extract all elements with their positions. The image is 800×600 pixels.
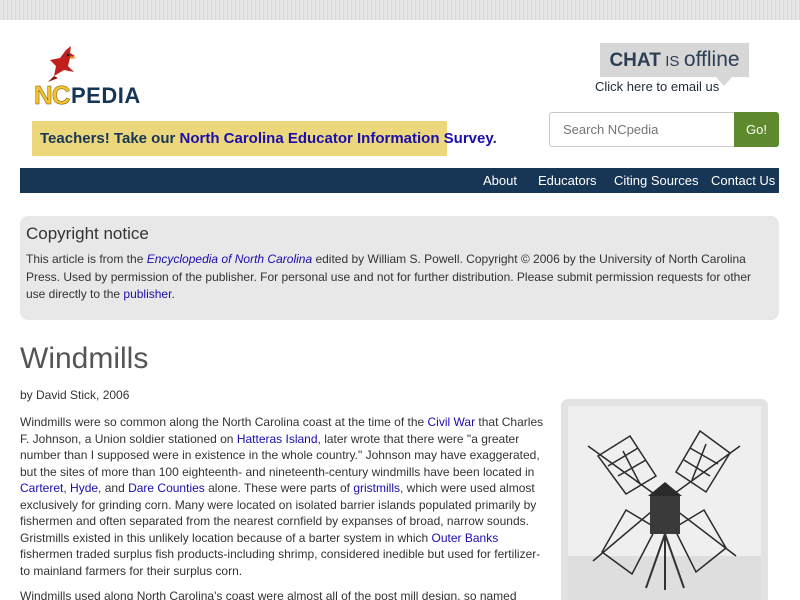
ncpedia-logo[interactable]: NC PEDIA xyxy=(34,46,149,111)
windmill-image-icon xyxy=(568,406,761,600)
search-go-button[interactable]: Go! xyxy=(734,112,779,147)
educator-survey-banner: Teachers! Take our North Carolina Educat… xyxy=(32,121,497,156)
nav-item-contact-us[interactable]: Contact Us xyxy=(711,173,775,188)
link-hatteras-island[interactable]: Hatteras Island xyxy=(237,432,318,446)
chat-is-word: IS xyxy=(665,53,680,70)
copyright-heading: Copyright notice xyxy=(26,224,149,243)
survey-prefix: Teachers! Take our xyxy=(40,130,180,147)
cardinal-bird-icon xyxy=(48,46,77,82)
email-us-link[interactable]: Click here to email us xyxy=(595,79,719,94)
link-civil-war[interactable]: Civil War xyxy=(428,415,476,429)
copyright-text: This article is from the Encyclopedia of… xyxy=(26,251,773,304)
copyright-text-part: This article is from the xyxy=(26,252,147,266)
nav-item-educators[interactable]: Educators xyxy=(538,173,597,188)
survey-suffix: . xyxy=(492,130,497,147)
link-outer-banks[interactable]: Outer Banks xyxy=(432,531,499,545)
text-run: alone. These were parts of xyxy=(204,481,354,495)
link-gristmills[interactable]: gristmills xyxy=(353,481,400,495)
text-run: fishermen traded surplus fish products-i… xyxy=(20,547,541,578)
link-hyde[interactable]: Hyde xyxy=(70,481,98,495)
encyclopedia-title: Encyclopedia of North Carolina xyxy=(146,252,313,266)
nav-item-about[interactable]: About xyxy=(483,173,517,188)
chat-status-badge[interactable]: CHAT IS offline xyxy=(600,43,749,77)
encyclopedia-link[interactable]: Encyclopedia of North Carolina xyxy=(147,252,312,266)
text-run: , and xyxy=(98,481,129,495)
logo-nc-text: NC xyxy=(34,80,71,111)
main-nav: About Educators Citing Sources Contact U… xyxy=(20,168,779,193)
copyright-text-part: . xyxy=(171,287,175,301)
top-decorative-strip xyxy=(0,0,800,20)
copyright-notice: Copyright notice This article is from th… xyxy=(20,216,779,320)
article-body: Windmills were so common along the North… xyxy=(20,414,544,600)
windmill-figure xyxy=(561,399,768,600)
text-run: Windmills were so common along the North… xyxy=(20,415,428,429)
byline: by David Stick, 2006 xyxy=(20,388,130,402)
nav-item-citing-sources[interactable]: Citing Sources xyxy=(614,173,699,188)
link-dare-counties[interactable]: Dare Counties xyxy=(128,481,205,495)
publisher-link[interactable]: publisher xyxy=(123,287,171,301)
logo-pedia-text: PEDIA xyxy=(71,83,141,108)
article-paragraph: Windmills were so common along the North… xyxy=(20,414,544,579)
page-title: Windmills xyxy=(20,342,149,375)
link-carteret[interactable]: Carteret xyxy=(20,481,63,495)
article-paragraph: Windmills used along North Carolina's co… xyxy=(20,589,517,600)
windmill-photo[interactable] xyxy=(568,406,761,600)
survey-link[interactable]: North Carolina Educator Information Surv… xyxy=(180,130,493,147)
search-input[interactable] xyxy=(549,112,734,147)
chat-word: CHAT xyxy=(609,50,661,71)
chat-offline-word: offline xyxy=(683,48,740,71)
